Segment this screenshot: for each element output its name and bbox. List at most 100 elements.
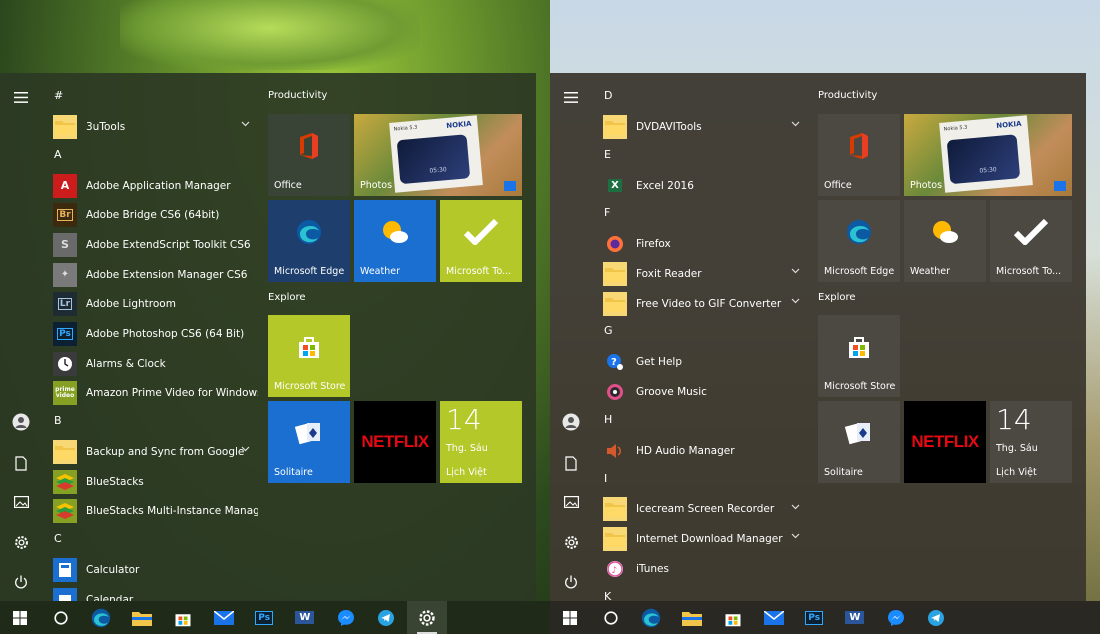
chevron-down-icon[interactable]	[791, 120, 800, 130]
app-list-item[interactable]: BlueStacks Multi-Instance Manager	[48, 497, 258, 527]
tile-microsoft-store[interactable]: Microsoft Store	[268, 315, 350, 397]
tile-microsoft-edge[interactable]: Microsoft Edge	[818, 200, 900, 282]
document-icon[interactable]	[11, 453, 31, 473]
tile-photos[interactable]: NOKIA Nokia 5.3 05:30 Photos	[904, 114, 1072, 196]
app-list-item[interactable]: Internet Download Manager	[598, 524, 808, 554]
calendar-weekday: Thg. Sáu	[996, 443, 1038, 454]
section-letter[interactable]: F	[598, 200, 808, 229]
settings-icon[interactable]	[561, 532, 581, 552]
document-icon[interactable]	[561, 453, 581, 473]
taskbar-store-icon[interactable]	[713, 601, 753, 634]
app-list-item[interactable]: Icecream Screen Recorder	[598, 495, 808, 525]
tile-calendar[interactable]: 14 Thg. Sáu Lịch Việt	[440, 401, 522, 483]
app-list-item[interactable]: BlueStacks	[48, 467, 258, 497]
app-list[interactable]: D DVDAVITools E X Excel 2016 F Firefox Foxit Re…	[598, 83, 808, 601]
hamburger-icon[interactable]	[11, 87, 31, 107]
app-list-item[interactable]: Calculator	[48, 555, 258, 585]
taskbar-store-icon[interactable]	[163, 601, 203, 634]
tile-photos[interactable]: NOKIA Nokia 5.3 05:30 Photos	[354, 114, 522, 196]
app-list-item[interactable]: Br Adobe Bridge CS6 (64bit)	[48, 200, 258, 230]
taskbar-messenger-icon[interactable]	[876, 601, 916, 634]
tile-weather[interactable]: Weather	[354, 200, 436, 282]
section-letter[interactable]: B	[48, 408, 258, 437]
tile-microsoft-todo[interactable]: Microsoft To...	[990, 200, 1072, 282]
taskbar-edge-icon[interactable]	[81, 601, 121, 634]
user-icon[interactable]	[561, 412, 581, 432]
section-letter[interactable]: A	[48, 142, 258, 171]
section-letter[interactable]: D	[598, 83, 808, 112]
section-letter[interactable]: G	[598, 318, 808, 347]
app-list-item[interactable]: Backup and Sync from Google	[48, 437, 258, 467]
taskbar-cortana-circle-icon[interactable]	[591, 601, 631, 634]
app-list-item[interactable]: A Adobe Application Manager	[48, 171, 258, 201]
app-list-item[interactable]: Groove Music	[598, 377, 808, 407]
tile-solitaire[interactable]: Solitaire	[818, 401, 900, 483]
app-list-item[interactable]: Foxit Reader	[598, 259, 808, 289]
chevron-down-icon[interactable]	[241, 445, 250, 455]
app-list-item[interactable]: ? Get Help	[598, 347, 808, 377]
app-list-item[interactable]: DVDAVITools	[598, 112, 808, 142]
app-list-item[interactable]: Free Video to GIF Converter	[598, 289, 808, 319]
power-icon[interactable]	[561, 572, 581, 592]
app-list-item[interactable]: Calendar	[48, 585, 258, 601]
app-label: Firefox	[636, 238, 671, 251]
app-list-item[interactable]: ♪ iTunes	[598, 554, 808, 584]
power-icon[interactable]	[11, 572, 31, 592]
app-list[interactable]: #3uTools A A Adobe Application Manager Br Ado…	[48, 83, 258, 601]
taskbar-telegram-icon[interactable]	[366, 601, 406, 634]
taskbar-file-explorer-icon[interactable]	[672, 601, 712, 634]
app-list-item[interactable]: Alarms & Clock	[48, 349, 258, 379]
hamburger-icon[interactable]	[561, 87, 581, 107]
app-list-item[interactable]: X Excel 2016	[598, 171, 808, 201]
tile-microsoft-edge[interactable]: Microsoft Edge	[268, 200, 350, 282]
section-letter[interactable]: I	[598, 466, 808, 495]
taskbar-mail-icon[interactable]	[754, 601, 794, 634]
tile-netflix[interactable]: NETFLIX	[354, 401, 436, 483]
taskbar-edge-icon[interactable]	[631, 601, 671, 634]
taskbar-cortana-circle-icon[interactable]	[41, 601, 81, 634]
tile-netflix[interactable]: NETFLIX	[904, 401, 986, 483]
pictures-icon[interactable]	[561, 492, 581, 512]
app-list-item[interactable]: HD Audio Manager	[598, 436, 808, 466]
taskbar-windows-start-icon[interactable]	[0, 601, 40, 634]
taskbar-telegram-icon[interactable]	[916, 601, 956, 634]
chevron-down-icon[interactable]	[791, 532, 800, 542]
section-letter[interactable]: E	[598, 142, 808, 171]
taskbar-mail-icon[interactable]	[204, 601, 244, 634]
tile-microsoft-todo[interactable]: Microsoft To...	[440, 200, 522, 282]
app-list-item[interactable]: ✦ Adobe Extension Manager CS6	[48, 260, 258, 290]
app-list-item[interactable]: Ps Adobe Photoshop CS6 (64 Bit)	[48, 319, 258, 349]
tile-calendar[interactable]: 14 Thg. Sáu Lịch Việt	[990, 401, 1072, 483]
tile-solitaire[interactable]: Solitaire	[268, 401, 350, 483]
section-letter[interactable]: K	[598, 584, 808, 601]
taskbar-photoshop-icon[interactable]: Ps	[794, 601, 834, 634]
section-letter[interactable]: C	[48, 526, 258, 555]
taskbar-word-icon[interactable]: W	[285, 601, 325, 634]
chevron-down-icon[interactable]	[241, 120, 250, 130]
pictures-icon[interactable]	[11, 492, 31, 512]
tile-office[interactable]: Office	[268, 114, 350, 196]
taskbar-messenger-icon[interactable]	[326, 601, 366, 634]
taskbar-word-icon[interactable]: W	[835, 601, 875, 634]
section-letter[interactable]: #	[48, 83, 258, 112]
user-icon[interactable]	[11, 412, 31, 432]
tile-weather[interactable]: Weather	[904, 200, 986, 282]
tile-office[interactable]: Office	[818, 114, 900, 196]
app-list-item[interactable]: Lr Adobe Lightroom	[48, 289, 258, 319]
taskbar-photoshop-icon[interactable]: Ps	[244, 601, 284, 634]
app-label: Adobe ExtendScript Toolkit CS6	[86, 238, 251, 251]
settings-icon[interactable]	[11, 532, 31, 552]
taskbar-windows-start-icon[interactable]	[550, 601, 590, 634]
app-list-item[interactable]: 3uTools	[48, 112, 258, 142]
start-menu: D DVDAVITools E X Excel 2016 F Firefox Foxit Re…	[550, 73, 1086, 601]
app-list-item[interactable]: S Adobe ExtendScript Toolkit CS6	[48, 230, 258, 260]
taskbar-file-explorer-icon[interactable]	[122, 601, 162, 634]
taskbar-settings-icon[interactable]	[407, 601, 447, 634]
app-list-item[interactable]: prime video Amazon Prime Video for Windows	[48, 379, 258, 409]
chevron-down-icon[interactable]	[791, 503, 800, 513]
chevron-down-icon[interactable]	[791, 267, 800, 277]
app-list-item[interactable]: Firefox	[598, 229, 808, 259]
chevron-down-icon[interactable]	[791, 297, 800, 307]
section-letter[interactable]: H	[598, 407, 808, 436]
tile-microsoft-store[interactable]: Microsoft Store	[818, 315, 900, 397]
